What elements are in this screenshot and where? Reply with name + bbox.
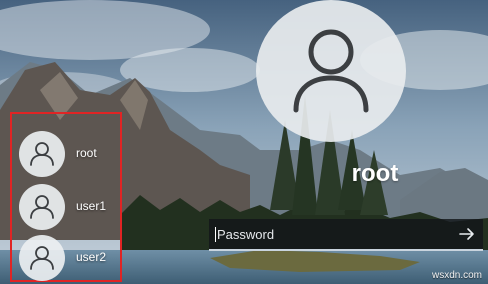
user-name: root	[76, 146, 97, 160]
watermark: wsxdn.com	[431, 270, 482, 281]
user-avatar	[19, 235, 65, 281]
person-icon	[30, 142, 54, 166]
user-avatar	[19, 184, 65, 230]
person-icon	[30, 246, 54, 270]
password-input[interactable]	[217, 219, 447, 249]
user-item-user2[interactable]: user2	[19, 235, 119, 281]
arrow-right-icon[interactable]	[456, 223, 478, 245]
user-item-root[interactable]: root	[19, 131, 119, 177]
user-name: user2	[76, 250, 107, 264]
current-user-avatar	[256, 0, 406, 142]
text-caret	[215, 227, 216, 242]
user-item-user1[interactable]: user1	[19, 184, 119, 230]
password-box[interactable]	[209, 219, 483, 251]
user-name: user1	[76, 199, 107, 213]
person-icon	[293, 29, 369, 113]
user-list: root user1 user2	[10, 112, 122, 282]
person-icon	[30, 195, 54, 219]
user-avatar	[19, 131, 65, 177]
current-username: root	[351, 160, 399, 187]
